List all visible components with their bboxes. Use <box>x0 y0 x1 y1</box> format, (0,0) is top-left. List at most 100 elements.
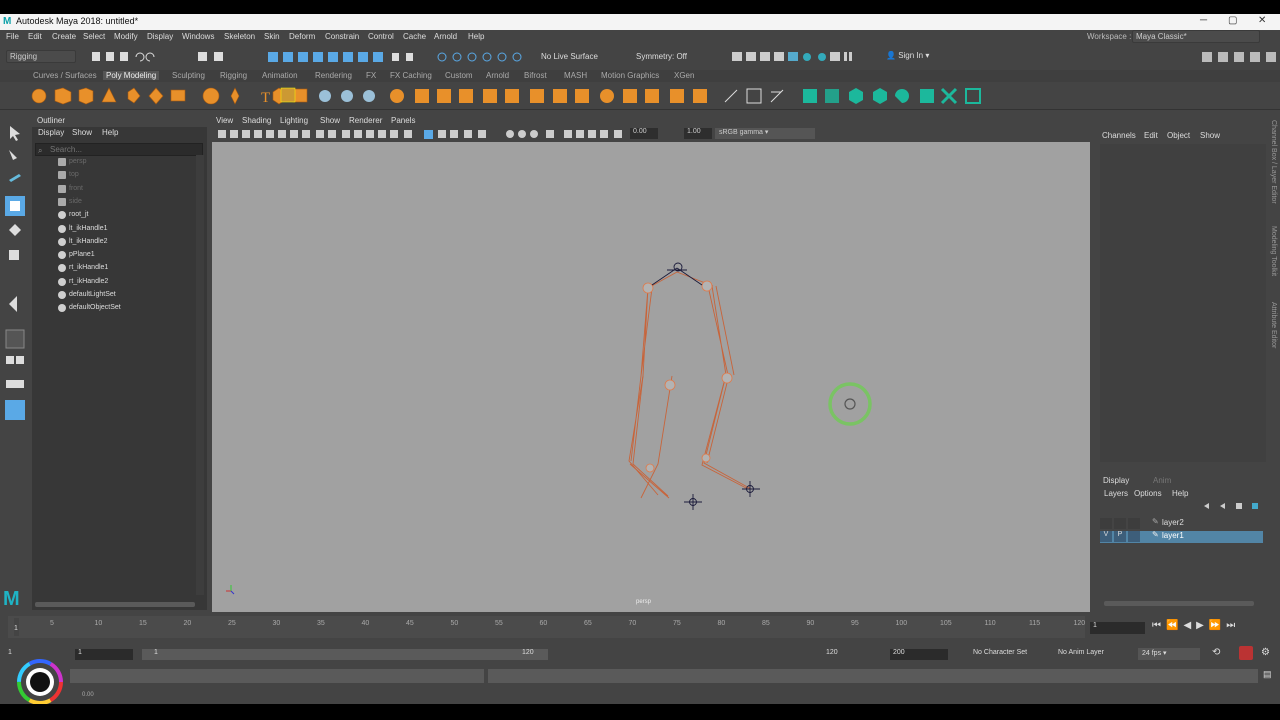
menu-select[interactable]: Select <box>83 32 105 41</box>
shelf-tab-xgen[interactable]: XGen <box>674 71 694 80</box>
viewport-menu-view[interactable]: View <box>216 116 233 125</box>
menu-control[interactable]: Control <box>368 32 394 41</box>
viewport-menu-show[interactable]: Show <box>320 116 340 125</box>
menu-arnold[interactable]: Arnold <box>434 32 457 41</box>
outliner-menu-display[interactable]: Display <box>38 128 64 137</box>
outliner-item[interactable]: defaultObjectSet <box>32 302 207 315</box>
channel-menu-object[interactable]: Object <box>1167 131 1190 140</box>
menu-modify[interactable]: Modify <box>114 32 138 41</box>
outliner-item[interactable]: front <box>32 183 207 196</box>
outliner-item[interactable]: lt_ikHandle1 <box>32 223 207 236</box>
shelf-tab-curves[interactable]: Curves / Surfaces <box>33 71 97 80</box>
viewport-menu-lighting[interactable]: Lighting <box>280 116 308 125</box>
menu-file[interactable]: File <box>6 32 19 41</box>
layer-color-swatch[interactable] <box>1128 531 1140 542</box>
outliner-menu-help[interactable]: Help <box>102 128 118 137</box>
fps-dropdown[interactable]: 24 fps ▾ <box>1138 648 1200 660</box>
menuset-dropdown[interactable]: Rigging <box>6 50 76 63</box>
menu-skin[interactable]: Skin <box>264 32 280 41</box>
layer-tab-anim[interactable]: Anim <box>1153 476 1171 485</box>
menu-create[interactable]: Create <box>52 32 76 41</box>
shelf-tab-rigging[interactable]: Rigging <box>220 71 247 80</box>
skeleton-rig[interactable] <box>212 142 1090 612</box>
outliner-item[interactable]: pPlane1 <box>32 249 207 262</box>
viewport-menu-shading[interactable]: Shading <box>242 116 271 125</box>
menu-skeleton[interactable]: Skeleton <box>224 32 255 41</box>
outliner-hscrollbar[interactable] <box>35 602 195 607</box>
shelf-tab-sculpting[interactable]: Sculpting <box>172 71 205 80</box>
range-slider[interactable]: 1 120 <box>142 649 548 660</box>
anim-layer-dropdown[interactable]: No Anim Layer <box>1058 649 1104 656</box>
side-tab-channel-box[interactable]: Channel Box / Layer Editor <box>1270 120 1277 204</box>
colorspace-dropdown[interactable]: sRGB gamma ▾ <box>715 128 815 139</box>
viewport-toolbar-icons[interactable] <box>218 129 638 141</box>
shelf-tab-poly-modeling[interactable]: Poly Modeling <box>103 71 160 80</box>
shelf-tab-fx-caching[interactable]: FX Caching <box>390 71 432 80</box>
close-button[interactable]: ✕ <box>1258 15 1266 26</box>
live-surface-label[interactable]: No Live Surface <box>541 52 598 61</box>
loop-icon[interactable]: ⟲ <box>1212 647 1220 658</box>
render-tools-icons[interactable] <box>730 50 880 64</box>
status-tools-icons[interactable] <box>90 51 530 63</box>
layer-menu-help[interactable]: Help <box>1172 489 1188 498</box>
viewport-menu-panels[interactable]: Panels <box>391 116 415 125</box>
exposure-field[interactable]: 0.00 <box>630 128 658 139</box>
layer-playback-toggle[interactable] <box>1114 518 1126 529</box>
character-set-dropdown[interactable]: No Character Set <box>973 649 1027 656</box>
outliner-search-input[interactable] <box>35 143 203 156</box>
shelf-tab-custom[interactable]: Custom <box>445 71 473 80</box>
time-slider[interactable]: 1 5 10 15 20 25 30 35 40 45 50 55 60 65 70 75 80 85 90 95 1… <box>0 612 1280 642</box>
shelf-tab-animation[interactable]: Animation <box>262 71 298 80</box>
layer-color-swatch[interactable] <box>1128 518 1140 529</box>
layer-menu-options[interactable]: Options <box>1134 489 1162 498</box>
script-editor-icon[interactable]: ▤ <box>1263 669 1272 680</box>
layer-menu-layers[interactable]: Layers <box>1104 489 1128 498</box>
shelf-tab-motion-graphics[interactable]: Motion Graphics <box>601 71 659 80</box>
outliner-item[interactable]: lt_ikHandle2 <box>32 236 207 249</box>
shelf-tab-mash[interactable]: MASH <box>564 71 587 80</box>
menu-constrain[interactable]: Constrain <box>325 32 359 41</box>
outliner-menu-show[interactable]: Show <box>72 128 92 137</box>
maximize-button[interactable]: ▢ <box>1228 15 1237 26</box>
channel-box-area[interactable] <box>1100 144 1266 462</box>
current-frame-field[interactable]: 1 <box>1090 622 1145 634</box>
outliner-item[interactable]: persp <box>32 156 207 169</box>
minimize-button[interactable]: ─ <box>1200 15 1207 26</box>
shelf-tab-bifrost[interactable]: Bifrost <box>524 71 547 80</box>
toolbox-icons[interactable] <box>5 124 27 424</box>
outliner-item[interactable]: defaultLightSet <box>32 289 207 302</box>
playback-controls[interactable]: ⏮⏪◀▶⏩⏭ <box>1152 620 1240 631</box>
auto-key-icon[interactable] <box>1239 646 1253 660</box>
layer-playback-toggle[interactable]: P <box>1114 531 1126 542</box>
symmetry-dropdown[interactable]: Symmetry: Off <box>636 52 687 61</box>
side-tab-modeling-toolkit[interactable]: Modeling Toolkit <box>1270 226 1277 276</box>
layer-row[interactable]: ✎ layer2 <box>1100 517 1263 530</box>
channel-menu-show[interactable]: Show <box>1200 131 1220 140</box>
layer-row-selected[interactable]: V P ✎ layer1 <box>1100 530 1263 543</box>
layer-visibility-toggle[interactable]: V <box>1100 531 1112 542</box>
outliner-item[interactable]: side <box>32 196 207 209</box>
shelf-tab-rendering[interactable]: Rendering <box>315 71 352 80</box>
outliner-item[interactable]: top <box>32 169 207 182</box>
mel-input[interactable] <box>70 669 484 683</box>
viewport-menu-renderer[interactable]: Renderer <box>349 116 382 125</box>
channel-menu-edit[interactable]: Edit <box>1144 131 1158 140</box>
shelf-tab-fx[interactable]: FX <box>366 71 376 80</box>
layer-tool-icons[interactable] <box>1202 501 1264 511</box>
outliner-item[interactable]: rt_ikHandle2 <box>32 276 207 289</box>
gamma-field[interactable]: 1.00 <box>684 128 712 139</box>
sign-in-button[interactable]: 👤 Sign In ▾ <box>886 51 929 60</box>
shelf-tool-icons[interactable]: T <box>25 84 995 108</box>
shelf-tab-arnold[interactable]: Arnold <box>486 71 509 80</box>
menu-windows[interactable]: Windows <box>182 32 214 41</box>
panel-toggle-icons[interactable] <box>1200 50 1280 64</box>
channel-menu-channels[interactable]: Channels <box>1102 131 1136 140</box>
menu-help[interactable]: Help <box>468 32 484 41</box>
layer-visibility-toggle[interactable] <box>1100 518 1112 529</box>
outliner-vscrollbar[interactable] <box>196 155 204 595</box>
playback-end-field[interactable]: 120 <box>826 649 876 660</box>
menu-cache[interactable]: Cache <box>403 32 426 41</box>
menu-edit[interactable]: Edit <box>28 32 42 41</box>
outliner-item[interactable]: root_jt <box>32 209 207 222</box>
layer-tab-display[interactable]: Display <box>1103 476 1129 485</box>
